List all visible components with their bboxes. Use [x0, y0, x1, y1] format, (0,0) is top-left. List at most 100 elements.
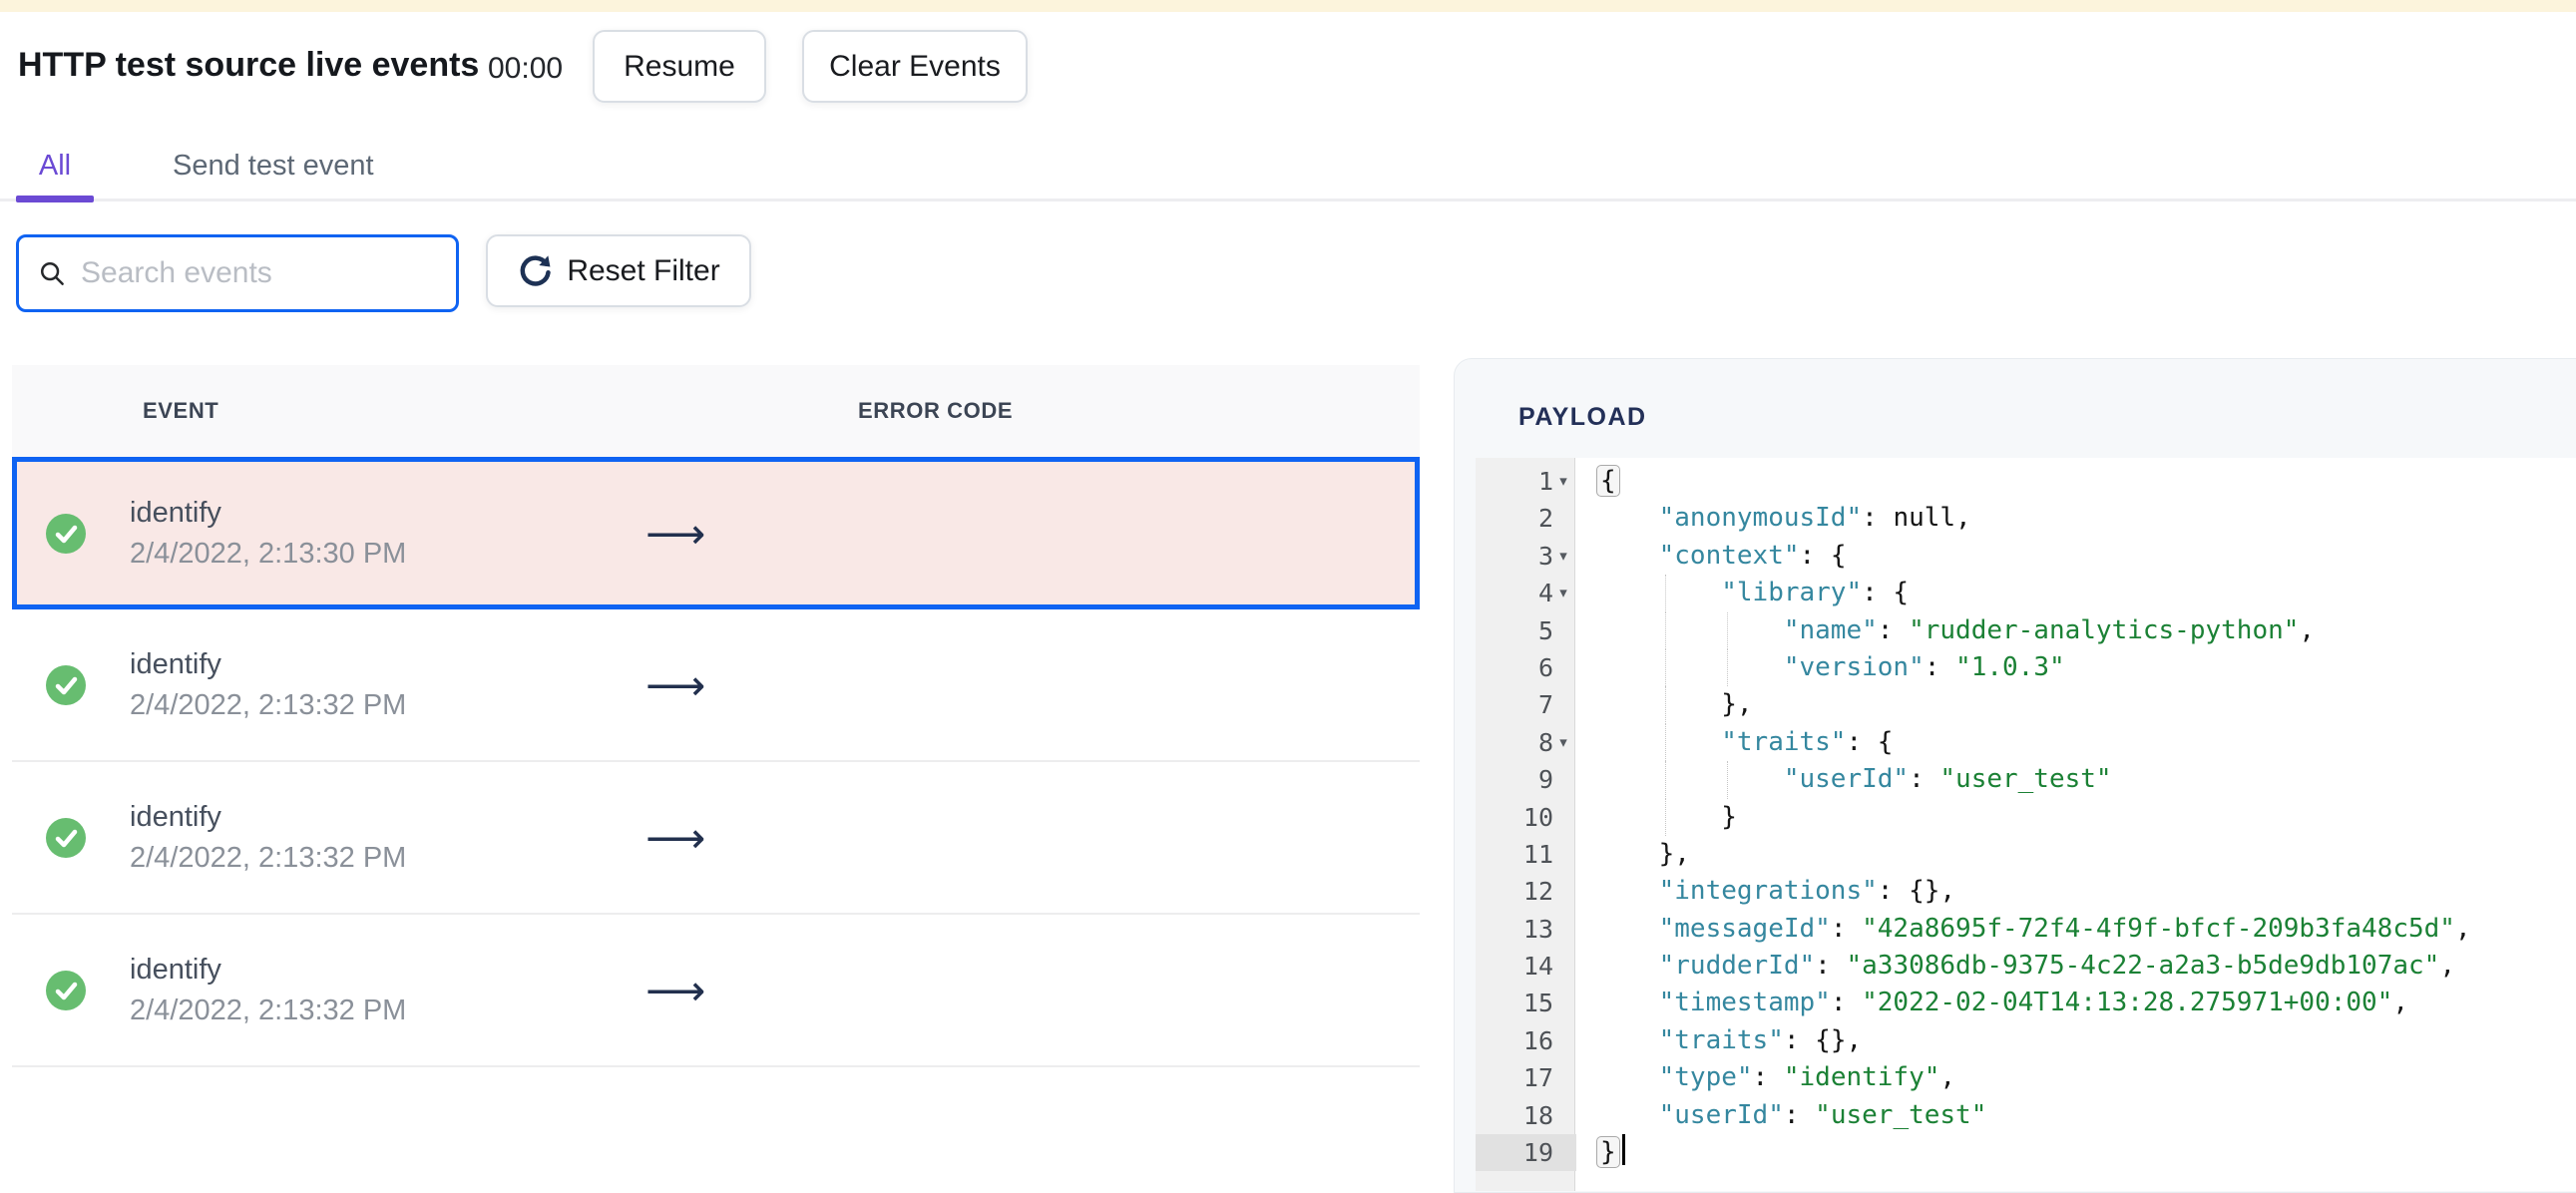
event-timer: 00:00 — [488, 52, 564, 85]
page-title: HTTP test source live events — [18, 46, 480, 84]
search-input[interactable] — [81, 256, 466, 290]
fold-toggle-icon[interactable]: ▾ — [1553, 575, 1573, 611]
line-number: 5 — [1537, 615, 1553, 645]
event-cell: identify 2/4/2022, 2:13:32 PM — [130, 609, 406, 760]
active-tab-underline — [16, 196, 94, 202]
gutter-line: 5 — [1476, 612, 1576, 649]
gutter-line: 9 — [1476, 761, 1576, 798]
code-line: "traits": { — [1576, 723, 2576, 762]
fold-toggle-icon[interactable]: ▾ — [1553, 463, 1573, 500]
code-line: "name": "rudder-analytics-python", — [1576, 611, 2576, 649]
table-row[interactable]: identify 2/4/2022, 2:13:32 PM ⟶ — [12, 762, 1420, 915]
code-lines: 1 ▾{2 "anonymousId": null, 3 ▾ "context": {… — [1476, 463, 2576, 1172]
success-check-icon — [46, 817, 86, 858]
reset-filter-button[interactable]: Reset Filter — [486, 234, 751, 307]
line-number: 19 — [1522, 1138, 1553, 1168]
reset-filter-label: Reset Filter — [567, 253, 720, 287]
event-timestamp: 2/4/2022, 2:13:32 PM — [130, 688, 407, 721]
event-timestamp: 2/4/2022, 2:13:30 PM — [130, 537, 407, 570]
line-number: 14 — [1522, 952, 1553, 982]
line-number: 3 — [1537, 541, 1553, 571]
indent-guide — [1664, 798, 1666, 836]
gutter-line: 4 ▾ — [1476, 575, 1576, 611]
event-detail-arrow-icon[interactable]: ⟶ — [645, 813, 705, 862]
gutter-line: 10 — [1476, 799, 1576, 836]
gutter-line: 13 — [1476, 911, 1576, 948]
clear-events-button[interactable]: Clear Events — [802, 30, 1028, 103]
gutter-line: 2 — [1476, 500, 1576, 537]
tab-bar-divider — [0, 199, 2576, 201]
column-header-event: EVENT — [143, 398, 219, 423]
code-line: "integrations": {}, — [1658, 876, 1956, 907]
event-cell: identify 2/4/2022, 2:13:30 PM — [130, 462, 406, 604]
code-line: "anonymousId": null, — [1658, 503, 1971, 534]
indent-guide — [1727, 648, 1729, 687]
event-timestamp: 2/4/2022, 2:13:32 PM — [130, 994, 407, 1026]
events-table-rows: identify 2/4/2022, 2:13:30 PM ⟶ identify… — [12, 457, 1420, 1067]
event-cell: identify 2/4/2022, 2:13:32 PM — [130, 915, 406, 1065]
line-number: 8 — [1537, 727, 1553, 757]
line-number: 6 — [1537, 652, 1553, 682]
code-line: "userId": "user_test" — [1576, 761, 2576, 799]
event-name: identify — [130, 800, 221, 833]
event-timestamp: 2/4/2022, 2:13:32 PM — [130, 841, 407, 874]
indent-guide — [1664, 575, 1666, 612]
line-number: 7 — [1537, 690, 1553, 720]
gutter-line: 11 — [1476, 836, 1576, 873]
indent-guide — [1664, 686, 1666, 724]
gutter-line: 16 — [1476, 1022, 1576, 1059]
column-header-error-code: ERROR CODE — [858, 398, 1014, 423]
table-row[interactable]: identify 2/4/2022, 2:13:32 PM ⟶ — [12, 609, 1420, 762]
indent-guide — [1664, 723, 1666, 762]
code-line: }, — [1576, 686, 2576, 724]
search-icon — [37, 258, 67, 288]
table-row[interactable]: identify 2/4/2022, 2:13:32 PM ⟶ — [12, 915, 1420, 1067]
line-number: 15 — [1522, 989, 1553, 1018]
code-line: "rudderId": "a33086db-9375-4c22-a2a3-b5d… — [1658, 951, 2455, 982]
events-table-header: EVENT ERROR CODE — [12, 365, 1420, 457]
line-number: 2 — [1537, 504, 1553, 534]
gutter-line: 12 — [1476, 873, 1576, 910]
line-number: 4 — [1537, 579, 1553, 608]
fold-toggle-icon[interactable]: ▾ — [1553, 724, 1573, 761]
code-line: "timestamp": "2022-02-04T14:13:28.275971… — [1658, 988, 2408, 1018]
gutter-line: 18 — [1476, 1097, 1576, 1134]
code-line: "traits": {}, — [1658, 1024, 1863, 1055]
code-line: "context": { — [1658, 540, 1847, 571]
tab-all[interactable]: All — [16, 150, 94, 183]
indent-guide — [1727, 611, 1729, 649]
fold-toggle-icon[interactable]: ▾ — [1553, 538, 1573, 575]
event-detail-arrow-icon[interactable]: ⟶ — [645, 966, 705, 1014]
line-number: 12 — [1522, 877, 1553, 907]
events-table: EVENT ERROR CODE identify 2/4/2022, 2:13… — [12, 365, 1420, 1067]
code-line: "messageId": "42a8695f-72f4-4f9f-bfcf-20… — [1658, 913, 2471, 944]
code-line: "type": "identify", — [1658, 1062, 1956, 1093]
top-accent-bar — [0, 0, 2576, 12]
event-detail-arrow-icon[interactable]: ⟶ — [645, 660, 705, 709]
event-detail-arrow-icon[interactable]: ⟶ — [645, 509, 705, 558]
tab-send-test-event[interactable]: Send test event — [173, 150, 374, 183]
line-number: 9 — [1537, 765, 1553, 795]
event-name: identify — [130, 496, 221, 529]
refresh-icon — [517, 253, 553, 289]
line-number: 17 — [1522, 1063, 1553, 1093]
code-line: } — [1576, 798, 2576, 836]
table-row[interactable]: identify 2/4/2022, 2:13:30 PM ⟶ — [12, 457, 1420, 609]
success-check-icon — [46, 970, 86, 1010]
code-line: }, — [1596, 838, 1690, 869]
line-number: 18 — [1522, 1100, 1553, 1130]
event-cell: identify 2/4/2022, 2:13:32 PM — [130, 762, 406, 913]
gutter-line: 1 ▾ — [1476, 463, 1576, 500]
success-check-icon — [46, 664, 86, 705]
json-code-editor[interactable]: 1 ▾{2 "anonymousId": null, 3 ▾ "context": {… — [1476, 458, 2576, 1191]
code-line: "version": "1.0.3" — [1576, 648, 2576, 687]
code-line: "library": { — [1576, 575, 2576, 612]
line-number: 16 — [1522, 1025, 1553, 1055]
indent-guide — [1664, 648, 1666, 687]
event-name: identify — [130, 953, 221, 986]
line-number: 1 — [1537, 467, 1553, 496]
gutter-line: 3 ▾ — [1476, 538, 1576, 575]
payload-panel: PAYLOAD 1 ▾{2 "anonymousId": null, 3 ▾ "con… — [1454, 358, 2576, 1193]
resume-button[interactable]: Resume — [593, 30, 766, 103]
search-events-box[interactable] — [16, 234, 466, 312]
